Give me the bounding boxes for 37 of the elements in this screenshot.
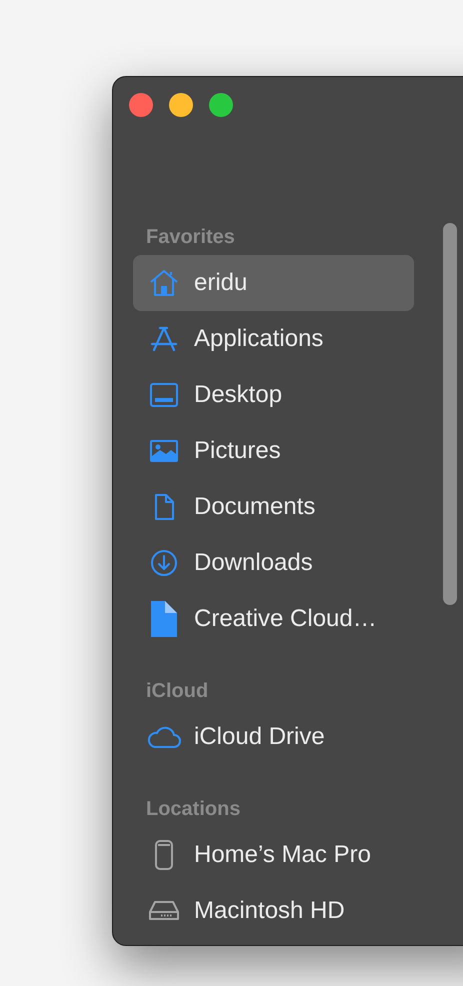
- sidebar-item[interactable]: Applications: [133, 311, 414, 367]
- sidebar-item[interactable]: Pictures: [133, 423, 414, 479]
- sidebar-item[interactable]: Documents: [133, 479, 414, 535]
- item-label: Documents: [194, 492, 316, 522]
- sidebar-item[interactable]: Home’s Mac Pro: [133, 827, 414, 883]
- sidebar-item[interactable]: Macintosh HD: [133, 883, 414, 939]
- section-header: Locations: [146, 797, 240, 822]
- item-label: Pictures: [194, 436, 281, 466]
- item-label: Desktop: [194, 380, 282, 410]
- scrollbar-thumb[interactable]: [443, 223, 457, 605]
- sidebar-item[interactable]: Desktop: [133, 367, 414, 423]
- item-label: Creative Cloud…: [194, 604, 377, 634]
- drive-icon: [148, 900, 180, 922]
- picture-icon: [148, 439, 178, 463]
- section-header: Favorites: [146, 225, 235, 250]
- sidebar-item[interactable]: iCloud Drive: [133, 709, 414, 765]
- item-label: Home’s Mac Pro: [194, 840, 371, 870]
- section-header: iCloud: [146, 679, 208, 704]
- file-icon: [150, 600, 178, 638]
- minimize-button[interactable]: [169, 93, 193, 117]
- item-label: iCloud Drive: [194, 722, 325, 752]
- sidebar-item[interactable]: Creative Cloud…: [133, 591, 414, 647]
- item-label: eridu: [194, 268, 248, 298]
- document-icon: [152, 493, 174, 521]
- sidebar-item[interactable]: Downloads: [133, 535, 414, 591]
- desktop-icon: [148, 382, 178, 408]
- zoom-button[interactable]: [209, 93, 233, 117]
- cloud-icon: [146, 725, 180, 749]
- sidebar-item[interactable]: eridu: [133, 255, 414, 311]
- app-store-icon: [148, 326, 178, 352]
- cylinder-icon: [152, 839, 174, 871]
- item-label: Applications: [194, 324, 324, 354]
- item-label: Macintosh HD: [194, 896, 345, 926]
- house-icon: [148, 269, 178, 297]
- download-icon: [150, 549, 178, 577]
- close-button[interactable]: [129, 93, 153, 117]
- item-label: Downloads: [194, 548, 313, 578]
